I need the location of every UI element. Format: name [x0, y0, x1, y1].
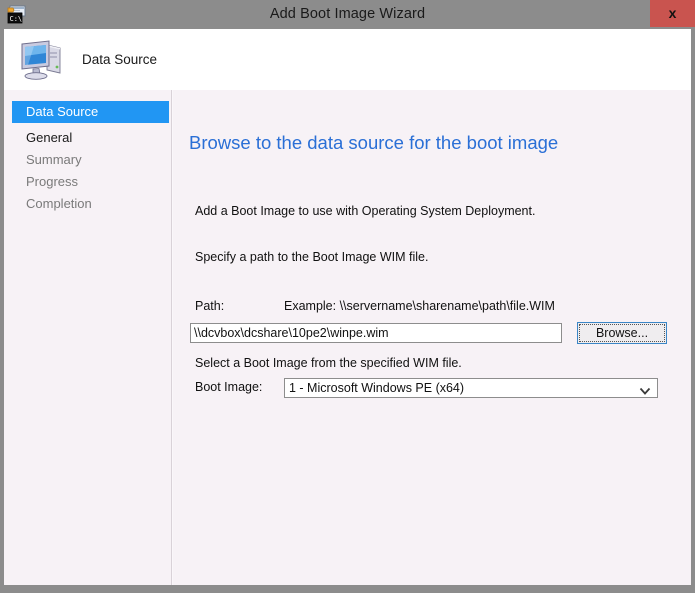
browse-button-label: Browse...	[579, 324, 665, 342]
path-label: Path:	[195, 299, 225, 313]
sidebar-item-data-source[interactable]: Data Source	[12, 101, 169, 123]
sidebar-item-completion[interactable]: Completion	[12, 193, 169, 215]
boot-image-label: Boot Image:	[195, 380, 263, 394]
page-title: Browse to the data source for the boot i…	[189, 132, 559, 153]
close-icon[interactable]: x	[650, 0, 695, 27]
intro-text: Add a Boot Image to use with Operating S…	[195, 204, 536, 218]
window-edge-bottom	[0, 585, 695, 593]
wizard-step-sidebar: Data Source General Summary Progress Com…	[4, 90, 172, 585]
computer-monitor-icon	[18, 35, 66, 83]
wizard-banner: Data Source	[4, 29, 691, 90]
browse-button[interactable]: Browse...	[577, 322, 667, 344]
wizard-window: C:\ Add Boot Image Wizard x Data Source …	[0, 0, 695, 593]
sidebar-item-progress[interactable]: Progress	[12, 171, 169, 193]
window-edge-left	[0, 29, 4, 585]
select-boot-image-text: Select a Boot Image from the specified W…	[195, 356, 462, 370]
sidebar-item-summary[interactable]: Summary	[12, 149, 169, 171]
title-bar: C:\ Add Boot Image Wizard x	[0, 0, 695, 29]
banner-title: Data Source	[82, 52, 158, 67]
content-pane: Browse to the data source for the boot i…	[173, 90, 691, 585]
sidebar-item-general[interactable]: General	[12, 127, 169, 149]
path-example-text: Example: \\servername\sharename\path\fil…	[284, 299, 555, 313]
specify-text: Specify a path to the Boot Image WIM fil…	[195, 250, 429, 264]
boot-image-select[interactable]: 1 - Microsoft Windows PE (x64)	[284, 378, 658, 398]
window-title: Add Boot Image Wizard	[269, 6, 426, 22]
window-edge-right	[691, 29, 695, 585]
client-area: Data Source Data Source General Summary …	[4, 29, 691, 585]
path-input[interactable]	[190, 323, 562, 343]
